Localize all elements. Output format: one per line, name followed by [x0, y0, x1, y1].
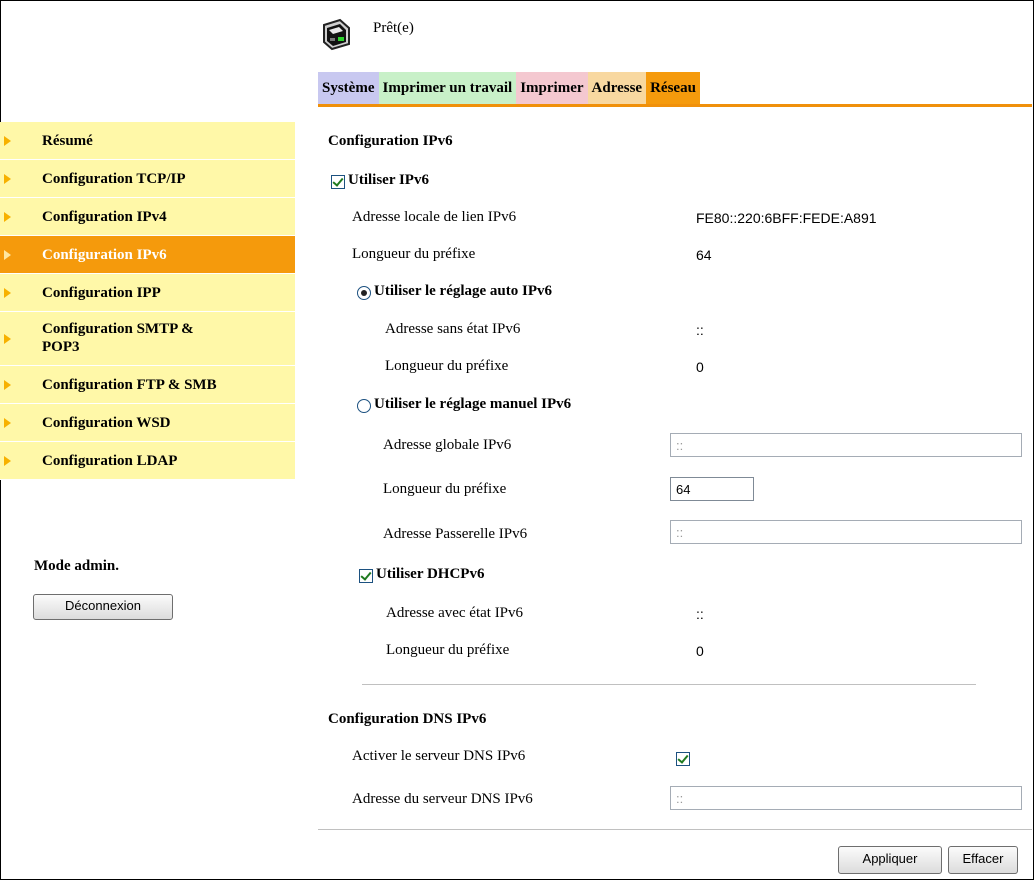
clear-button[interactable]: Effacer	[948, 846, 1018, 874]
tab-systeme[interactable]: Système	[318, 72, 379, 104]
sidebar-item-ipv4[interactable]: Configuration IPv4	[0, 198, 295, 236]
sidebar-item-ipp[interactable]: Configuration IPP	[0, 274, 295, 312]
auto-config-label: Utiliser le réglage auto IPv6	[374, 283, 553, 299]
sidebar-item-label: Résumé	[42, 133, 93, 149]
stateful-address-label: Adresse avec état IPv6	[386, 605, 524, 621]
stateless-address-label: Adresse sans état IPv6	[385, 321, 521, 337]
arrow-right-icon	[4, 249, 11, 260]
use-dhcpv6-label: Utiliser DHCPv6	[376, 566, 485, 582]
sidebar-item-smtp-pop3[interactable]: Configuration SMTP & POP3	[0, 312, 295, 366]
auto-config-radio[interactable]	[357, 286, 371, 300]
ipv6-config-heading: Configuration IPv6	[328, 133, 453, 149]
arrow-right-icon	[4, 379, 11, 390]
auto-prefix-label: Longueur du préfixe	[385, 358, 509, 374]
manual-prefix-label: Longueur du préfixe	[383, 481, 507, 497]
sidebar-item-label: Configuration WSD	[42, 415, 171, 431]
dns-enable-checkbox[interactable]	[676, 752, 690, 766]
link-local-value: FE80::220:6BFF:FEDE:A891	[696, 210, 877, 226]
auto-prefix-value: 0	[696, 359, 704, 375]
sidebar-item-label: Configuration FTP & SMB	[42, 377, 217, 393]
apply-button[interactable]: Appliquer	[838, 846, 942, 874]
use-dhcpv6-checkbox[interactable]	[359, 569, 373, 583]
tab-adresse[interactable]: Adresse	[587, 72, 647, 104]
sidebar-item-label: Configuration TCP/IP	[42, 171, 186, 187]
stateful-address-value: ::	[696, 606, 704, 622]
sidebar-item-resume[interactable]: Résumé	[0, 122, 295, 160]
main-tabs: Système Imprimer un travail Imprimer Adr…	[318, 72, 700, 104]
manual-prefix-input[interactable]	[670, 477, 754, 501]
sidebar-item-ftp-smb[interactable]: Configuration FTP & SMB	[0, 366, 295, 404]
prefix-length-label: Longueur du préfixe	[352, 246, 476, 262]
sidebar-item-label: Configuration IPP	[42, 285, 161, 301]
sidebar-item-label: Configuration IPv4	[42, 209, 167, 225]
global-address-input[interactable]	[670, 433, 1022, 457]
dns-server-input[interactable]	[670, 786, 1022, 810]
arrow-right-icon	[4, 211, 11, 222]
logout-button[interactable]: Déconnexion	[33, 594, 173, 620]
section-divider	[362, 684, 976, 685]
tab-imprimer-un-travail[interactable]: Imprimer un travail	[378, 72, 517, 104]
manual-config-label: Utiliser le réglage manuel IPv6	[374, 396, 572, 412]
sidebar-item-ldap[interactable]: Configuration LDAP	[0, 442, 295, 480]
dhcp-prefix-label: Longueur du préfixe	[386, 642, 510, 658]
prefix-length-value: 64	[696, 247, 712, 263]
arrow-right-icon	[4, 455, 11, 466]
dns-config-heading: Configuration DNS IPv6	[328, 711, 487, 727]
arrow-right-icon	[4, 173, 11, 184]
dns-enable-label: Activer le serveur DNS IPv6	[352, 748, 526, 764]
sidebar-item-ipv6[interactable]: Configuration IPv6	[0, 236, 295, 274]
global-address-label: Adresse globale IPv6	[383, 437, 512, 453]
admin-mode-title: Mode admin.	[34, 558, 120, 574]
dhcp-prefix-value: 0	[696, 643, 704, 659]
dns-server-label: Adresse du serveur DNS IPv6	[352, 791, 533, 807]
sidebar-nav: Résumé Configuration TCP/IP Configuratio…	[0, 122, 295, 480]
use-ipv6-label: Utiliser IPv6	[348, 172, 429, 188]
gateway-address-label: Adresse Passerelle IPv6	[383, 526, 528, 542]
sidebar-item-label: Configuration IPv6	[42, 247, 167, 263]
gateway-address-input[interactable]	[670, 520, 1022, 544]
manual-config-radio[interactable]	[357, 399, 371, 413]
tab-reseau[interactable]: Réseau	[646, 72, 700, 104]
stateless-address-value: ::	[696, 322, 704, 338]
use-ipv6-checkbox[interactable]	[331, 175, 345, 189]
sidebar-item-tcpip[interactable]: Configuration TCP/IP	[0, 160, 295, 198]
footer-divider	[318, 829, 1032, 830]
arrow-right-icon	[4, 333, 11, 344]
printer-status-icon	[323, 18, 350, 51]
sidebar-item-wsd[interactable]: Configuration WSD	[0, 404, 295, 442]
sidebar-item-label: Configuration LDAP	[42, 453, 178, 469]
arrow-right-icon	[4, 135, 11, 146]
link-local-label: Adresse locale de lien IPv6	[352, 209, 517, 225]
arrow-right-icon	[4, 417, 11, 428]
sidebar-item-label-line2: POP3	[42, 339, 80, 355]
printer-status-text: Prêt(e)	[373, 20, 414, 36]
sidebar-item-label: Configuration SMTP &	[42, 321, 194, 337]
tab-underline	[318, 104, 1032, 107]
arrow-right-icon	[4, 287, 11, 298]
tab-imprimer[interactable]: Imprimer	[516, 72, 588, 104]
